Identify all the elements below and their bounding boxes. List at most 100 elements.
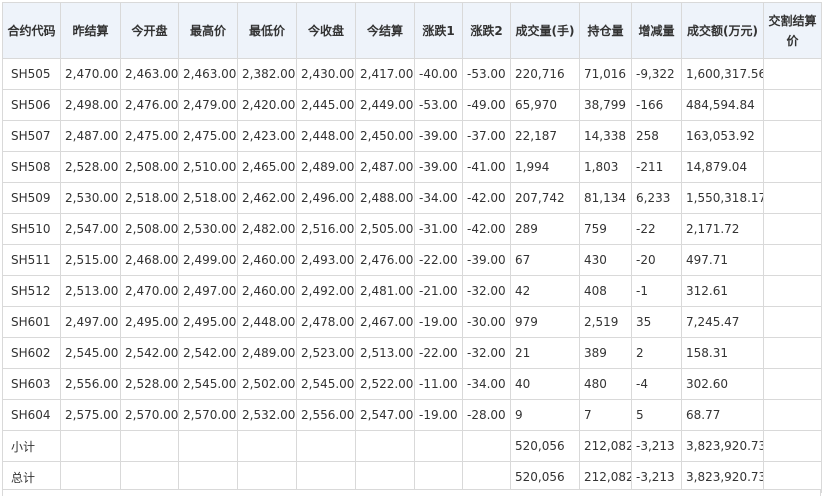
table-cell: 2,518.00 <box>120 182 179 214</box>
table-cell: -22 <box>631 213 682 245</box>
table-cell: 1,994 <box>510 151 580 183</box>
table-row: SH601 2,497.00 2,495.00 2,495.00 2,448.00 2,4… <box>2 306 822 338</box>
table-cell <box>462 430 511 462</box>
table-cell <box>237 430 297 462</box>
table-cell: -39.00 <box>462 244 511 276</box>
table-cell: -30.00 <box>462 306 511 338</box>
table-cell: 2,498.00 <box>60 89 121 121</box>
table-cell: 2,497.00 <box>178 275 238 307</box>
table-cell: 2,545.00 <box>60 337 121 369</box>
contract-code-cell: SH505 <box>2 58 61 90</box>
table-cell: 2,547.00 <box>355 399 415 431</box>
table-cell: 2,476.00 <box>120 89 179 121</box>
table-cell <box>763 244 822 276</box>
table-cell: 21 <box>510 337 580 369</box>
table-cell: 520,056 <box>510 430 580 462</box>
table-cell <box>60 430 121 462</box>
column-header: 成交量(手) <box>510 2 580 59</box>
table-cell: 312.61 <box>681 275 764 307</box>
table-cell <box>60 461 121 493</box>
table-cell: 759 <box>579 213 632 245</box>
table-cell <box>178 430 238 462</box>
table-cell: -28.00 <box>462 399 511 431</box>
table-cell: 2,542.00 <box>178 337 238 369</box>
table-cell <box>763 151 822 183</box>
column-header: 涨跌1 <box>414 2 463 59</box>
table-cell <box>763 368 822 400</box>
table-cell: 2,515.00 <box>60 244 121 276</box>
table-cell: 2,488.00 <box>355 182 415 214</box>
table-cell: 2,487.00 <box>355 151 415 183</box>
table-cell: 67 <box>510 244 580 276</box>
table-cell: -22.00 <box>414 337 463 369</box>
table-cell: -11.00 <box>414 368 463 400</box>
table-cell: 212,082 <box>579 461 632 493</box>
table-cell <box>763 430 822 462</box>
table-cell: 2,460.00 <box>237 244 297 276</box>
table-cell: -166 <box>631 89 682 121</box>
table-cell: 2,489.00 <box>296 151 356 183</box>
table-cell: 2,463.00 <box>120 58 179 90</box>
column-header: 增减量 <box>631 2 682 59</box>
contract-code-cell: SH507 <box>2 120 61 152</box>
table-cell: 158.31 <box>681 337 764 369</box>
header-row: 合约代码 昨结算 今开盘 最高价 最低价 今收盘 今结算 涨跌1 涨跌2 成交量(手) 持仓量 增减量… <box>2 2 822 59</box>
table-cell <box>414 430 463 462</box>
column-header: 今结算 <box>355 2 415 59</box>
table-cell: 258 <box>631 120 682 152</box>
table-cell: 979 <box>510 306 580 338</box>
table-cell: 2,487.00 <box>60 120 121 152</box>
table-cell: 2,523.00 <box>296 337 356 369</box>
table-cell: 2,530.00 <box>60 182 121 214</box>
table-cell: 38,799 <box>579 89 632 121</box>
table-cell: 1,803 <box>579 151 632 183</box>
table-cell <box>296 430 356 462</box>
column-header: 最高价 <box>178 2 238 59</box>
table-cell: 2,470.00 <box>120 275 179 307</box>
futures-settlement-table: 合约代码 昨结算 今开盘 最高价 最低价 今收盘 今结算 涨跌1 涨跌2 成交量(手) 持仓量 增减量… <box>2 2 822 493</box>
table-cell: 2,499.00 <box>178 244 238 276</box>
table-cell <box>120 461 179 493</box>
table-cell: 1,600,317.56 <box>681 58 764 90</box>
table-cell: 14,338 <box>579 120 632 152</box>
column-header: 持仓量 <box>579 2 632 59</box>
table-cell: 2,493.00 <box>296 244 356 276</box>
table-cell <box>355 461 415 493</box>
table-cell: -9,322 <box>631 58 682 90</box>
table-cell <box>763 275 822 307</box>
table-cell: 2,519 <box>579 306 632 338</box>
table-cell: 22,187 <box>510 120 580 152</box>
table-cell <box>763 120 822 152</box>
table-cell <box>763 182 822 214</box>
table-cell: 484,594.84 <box>681 89 764 121</box>
table-cell: 2,445.00 <box>296 89 356 121</box>
contract-code-cell: 小计 <box>2 430 61 462</box>
table-cell: 7,245.47 <box>681 306 764 338</box>
table-cell: 2,463.00 <box>178 58 238 90</box>
table-cell: -3,213 <box>631 430 682 462</box>
table-cell: 2,545.00 <box>178 368 238 400</box>
table-cell: 2,497.00 <box>60 306 121 338</box>
table-cell: 2,492.00 <box>296 275 356 307</box>
table-cell: 2,556.00 <box>60 368 121 400</box>
table-cell: 408 <box>579 275 632 307</box>
table-cell: 2 <box>631 337 682 369</box>
column-header: 涨跌2 <box>462 2 511 59</box>
table-cell: 2,508.00 <box>120 151 179 183</box>
table-cell: 2,430.00 <box>296 58 356 90</box>
table-cell: 2,448.00 <box>296 120 356 152</box>
table-cell: 2,482.00 <box>237 213 297 245</box>
summary-row: 小计 520,056 212,082 -3,213 3,823,920.73 <box>2 430 822 462</box>
table-cell: 163,053.92 <box>681 120 764 152</box>
table-cell: 2,513.00 <box>60 275 121 307</box>
table-cell: 2,522.00 <box>355 368 415 400</box>
table-row: SH505 2,470.00 2,463.00 2,463.00 2,382.00 2,4… <box>2 58 822 90</box>
table-cell: 81,134 <box>579 182 632 214</box>
table-cell: -19.00 <box>414 399 463 431</box>
table-cell: 71,016 <box>579 58 632 90</box>
table-cell: 2,476.00 <box>355 244 415 276</box>
contract-code-cell: SH509 <box>2 182 61 214</box>
contract-code-cell: 总计 <box>2 461 61 493</box>
table-cell: -32.00 <box>462 275 511 307</box>
table-cell: 389 <box>579 337 632 369</box>
